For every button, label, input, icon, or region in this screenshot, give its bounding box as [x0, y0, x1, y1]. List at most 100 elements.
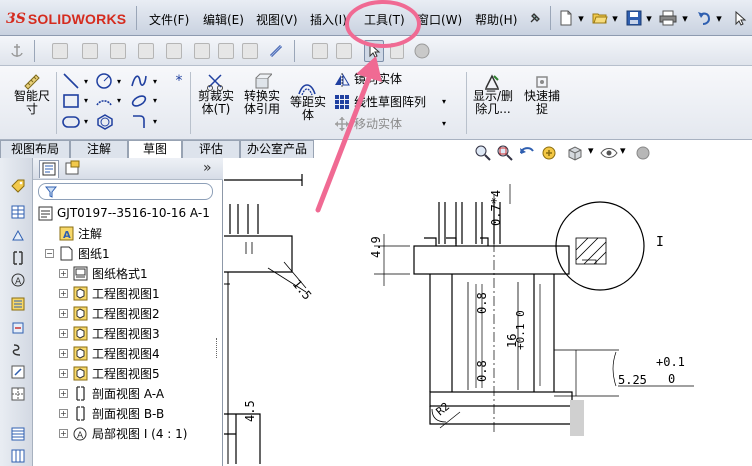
undo-icon[interactable] [694, 9, 714, 27]
broken-view-icon[interactable] [10, 296, 26, 312]
tree-item[interactable]: + 图纸格式1 [59, 264, 148, 282]
solidworks-logo[interactable]: 3S SOLIDWORKS [6, 9, 126, 29]
view-top-icon[interactable] [166, 43, 182, 59]
balloon-icon[interactable] [10, 228, 26, 244]
display-style-icon[interactable] [634, 144, 652, 162]
expand-toggle-icon[interactable]: + [59, 408, 68, 418]
tab-annotation[interactable]: 注解 [70, 140, 128, 158]
table-icon[interactable] [10, 204, 26, 220]
tree-item[interactable]: − 图纸1 [45, 244, 110, 262]
appearance-icon[interactable] [414, 43, 430, 59]
display-relations-label[interactable]: 显示/删 除几... [470, 90, 516, 116]
spline-dropdown-icon[interactable]: ▾ [151, 76, 159, 86]
panel-splitter[interactable] [216, 338, 220, 358]
smart-dimension-label[interactable]: 智能尺 寸 [12, 90, 52, 116]
rectangle-icon[interactable] [62, 93, 80, 109]
save-dropdown-icon[interactable]: ▾ [644, 9, 654, 27]
spline-icon[interactable] [130, 72, 148, 90]
collapse-panel-icon[interactable]: » [203, 160, 212, 176]
view-normal-icon[interactable] [242, 43, 258, 59]
new-dropdown-icon[interactable]: ▾ [576, 9, 586, 27]
new-document-icon[interactable] [556, 9, 576, 27]
fillet-dropdown-icon[interactable]: ▾ [151, 116, 159, 126]
anchor-icon[interactable] [8, 42, 26, 60]
tab-evaluate[interactable]: 评估 [182, 140, 240, 158]
convert-entities-label[interactable]: 转换实 体引用 [240, 90, 284, 116]
save-icon[interactable] [624, 9, 644, 27]
point-icon[interactable]: * [170, 72, 188, 90]
open-dropdown-icon[interactable]: ▾ [610, 9, 620, 27]
layer-icon[interactable] [336, 43, 352, 59]
line-icon[interactable] [62, 72, 80, 90]
drawing-canvas[interactable]: 1.5 4.5 I 4.9 0.7*4 0.8 0.8 16 +0.1 0 5.… [224, 164, 752, 466]
line-dropdown-icon[interactable]: ▾ [82, 76, 90, 86]
alternate-position-icon[interactable] [10, 342, 26, 358]
view-left-icon[interactable] [110, 43, 126, 59]
tag-icon[interactable] [10, 178, 26, 194]
trim-entities-label[interactable]: 剪裁实 体(T) [194, 90, 238, 116]
view-bottom-icon[interactable] [194, 43, 210, 59]
tree-item[interactable]: + A 局部视图 I (4 : 1) [59, 424, 187, 442]
menu-insert[interactable]: 插入(I) [310, 11, 347, 27]
mirror-entities-label[interactable]: 镜向实体 [354, 73, 402, 86]
tab-layout[interactable]: 视图布局 [0, 140, 70, 158]
arc-icon[interactable] [95, 93, 113, 109]
expand-toggle-icon[interactable]: + [59, 328, 68, 338]
move-entities-icon[interactable] [334, 116, 350, 132]
menu-file[interactable]: 文件(F) [149, 11, 189, 27]
rectangle-dropdown-icon[interactable]: ▾ [82, 95, 90, 105]
measure-icon[interactable] [268, 43, 284, 59]
slot-icon[interactable] [62, 114, 80, 130]
tree-item[interactable]: + 工程图视图3 [59, 324, 160, 342]
tree-item[interactable]: + 工程图视图4 [59, 344, 160, 362]
view-front-icon[interactable] [52, 43, 68, 59]
print-dropdown-icon[interactable]: ▾ [680, 9, 690, 27]
section-arrow-icon[interactable] [10, 250, 26, 266]
expand-toggle-icon[interactable]: + [59, 288, 68, 298]
offset-entities-label[interactable]: 等距实 体 [286, 96, 330, 122]
select-mode-icon[interactable] [364, 40, 384, 62]
view-orientation-dropdown-icon[interactable]: ▾ [588, 144, 596, 162]
hide-show-items-icon[interactable] [600, 144, 618, 162]
move-entities-label[interactable]: 移动实体 [354, 118, 402, 131]
feature-filter-input[interactable] [38, 183, 213, 200]
ellipse-icon[interactable] [130, 93, 148, 109]
tree-item[interactable]: + 工程图视图5 [59, 364, 160, 382]
collapse-toggle-icon[interactable]: − [45, 248, 54, 258]
pattern-dropdown-icon[interactable]: ▾ [440, 96, 448, 106]
tree-item[interactable]: A 注解 [45, 224, 102, 242]
polygon-icon[interactable] [97, 114, 113, 130]
tree-item[interactable]: + 工程图视图2 [59, 304, 160, 322]
ellipse-dropdown-icon[interactable]: ▾ [151, 95, 159, 105]
view-back-icon[interactable] [82, 43, 98, 59]
tab-sketch[interactable]: 草图 [128, 140, 182, 159]
circle-icon[interactable] [95, 72, 113, 90]
menu-help[interactable]: 帮助(H) [475, 11, 517, 27]
zoom-to-fit-icon[interactable] [474, 144, 492, 162]
smart-dimension-icon[interactable] [22, 72, 42, 90]
tree-item[interactable]: + 剖面视图 A-A [59, 384, 164, 402]
rebuild-icon[interactable] [540, 144, 558, 162]
aux-view-icon[interactable] [10, 386, 26, 402]
zoom-area-icon[interactable] [496, 144, 514, 162]
hole-table-icon[interactable] [10, 448, 26, 464]
undo-dropdown-icon[interactable]: ▾ [714, 9, 724, 27]
detail-circle-icon[interactable]: A [10, 272, 26, 288]
expand-toggle-icon[interactable]: + [59, 368, 68, 378]
linear-pattern-icon[interactable] [334, 94, 350, 110]
feature-tree-tab-icon[interactable] [39, 160, 59, 178]
projected-view-icon[interactable] [10, 364, 26, 380]
select-dropdown-icon[interactable] [390, 43, 404, 59]
circle-dropdown-icon[interactable]: ▾ [115, 76, 123, 86]
hide-show-dropdown-icon[interactable]: ▾ [620, 144, 628, 162]
move-dropdown-icon[interactable]: ▾ [440, 118, 448, 128]
expand-toggle-icon[interactable]: + [59, 308, 68, 318]
select-icon[interactable] [730, 9, 750, 27]
property-tab-icon[interactable] [63, 160, 83, 178]
menu-window[interactable]: 窗口(W) [417, 11, 462, 27]
open-folder-icon[interactable] [590, 9, 610, 27]
bom-table-icon[interactable] [10, 426, 26, 442]
view-right-icon[interactable] [138, 43, 154, 59]
print-icon[interactable] [658, 9, 678, 27]
pin-icon[interactable] [525, 9, 545, 27]
